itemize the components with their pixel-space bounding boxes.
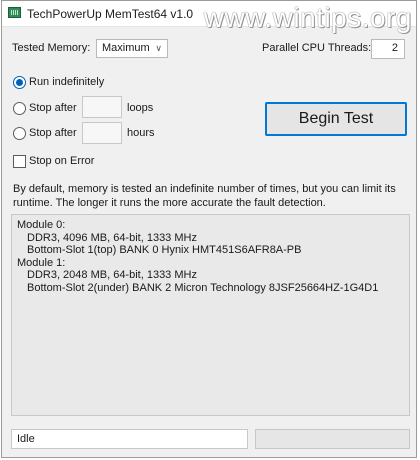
chevron-down-icon: ∨ (155, 43, 162, 53)
stop-on-error-label: Stop on Error (29, 155, 95, 167)
memtest-window: TechPowerUp MemTest64 v1.0 www.wintips.o… (1, 0, 417, 458)
module-header: Module 1: (17, 256, 66, 269)
stop-after-hours-radio[interactable] (13, 127, 26, 140)
stop-after-loops-label: Stop after (29, 102, 77, 114)
stop-after-loops-radio[interactable] (13, 102, 26, 115)
module-slot: Bottom-Slot 1(top) BANK 0 Hynix HMT451S6… (27, 244, 302, 256)
window-title: TechPowerUp MemTest64 v1.0 (27, 7, 194, 21)
progress-bar (255, 429, 410, 449)
loops-unit-label: loops (127, 102, 154, 114)
watermark: www.wintips.org (203, 2, 412, 33)
loops-input[interactable] (82, 96, 122, 118)
stop-on-error-checkbox[interactable] (13, 155, 26, 168)
description-text: By default, memory is tested an indefini… (13, 183, 396, 209)
threads-input[interactable]: 2 (371, 39, 405, 59)
module-header: Module 0: (17, 219, 66, 231)
tested-memory-value: Maximum (102, 42, 150, 54)
module-info-panel: Module 0: DDR3, 4096 MB, 64-bit, 1333 MH… (11, 214, 410, 416)
run-indefinitely-radio[interactable] (13, 76, 26, 89)
status-text: Idle (11, 429, 248, 449)
tested-memory-dropdown[interactable]: Maximum ∨ (96, 39, 168, 58)
tested-memory-label: Tested Memory: (12, 42, 91, 54)
hours-input[interactable] (82, 122, 122, 144)
threads-label: Parallel CPU Threads: (262, 42, 372, 54)
module-slot: Bottom-Slot 2(under) BANK 2 Micron Techn… (27, 281, 379, 294)
hours-unit-label: hours (127, 127, 155, 139)
title-bar: TechPowerUp MemTest64 v1.0 www.wintips.o… (2, 1, 416, 33)
begin-test-button[interactable]: Begin Test (265, 102, 407, 136)
memtest-chip-icon (8, 7, 21, 18)
run-indefinitely-label: Run indefinitely (29, 76, 105, 88)
stop-after-hours-label: Stop after (29, 127, 77, 139)
module-spec: DDR3, 2048 MB, 64-bit, 1333 MHz (27, 269, 197, 281)
module-spec: DDR3, 4096 MB, 64-bit, 1333 MHz (27, 231, 197, 244)
